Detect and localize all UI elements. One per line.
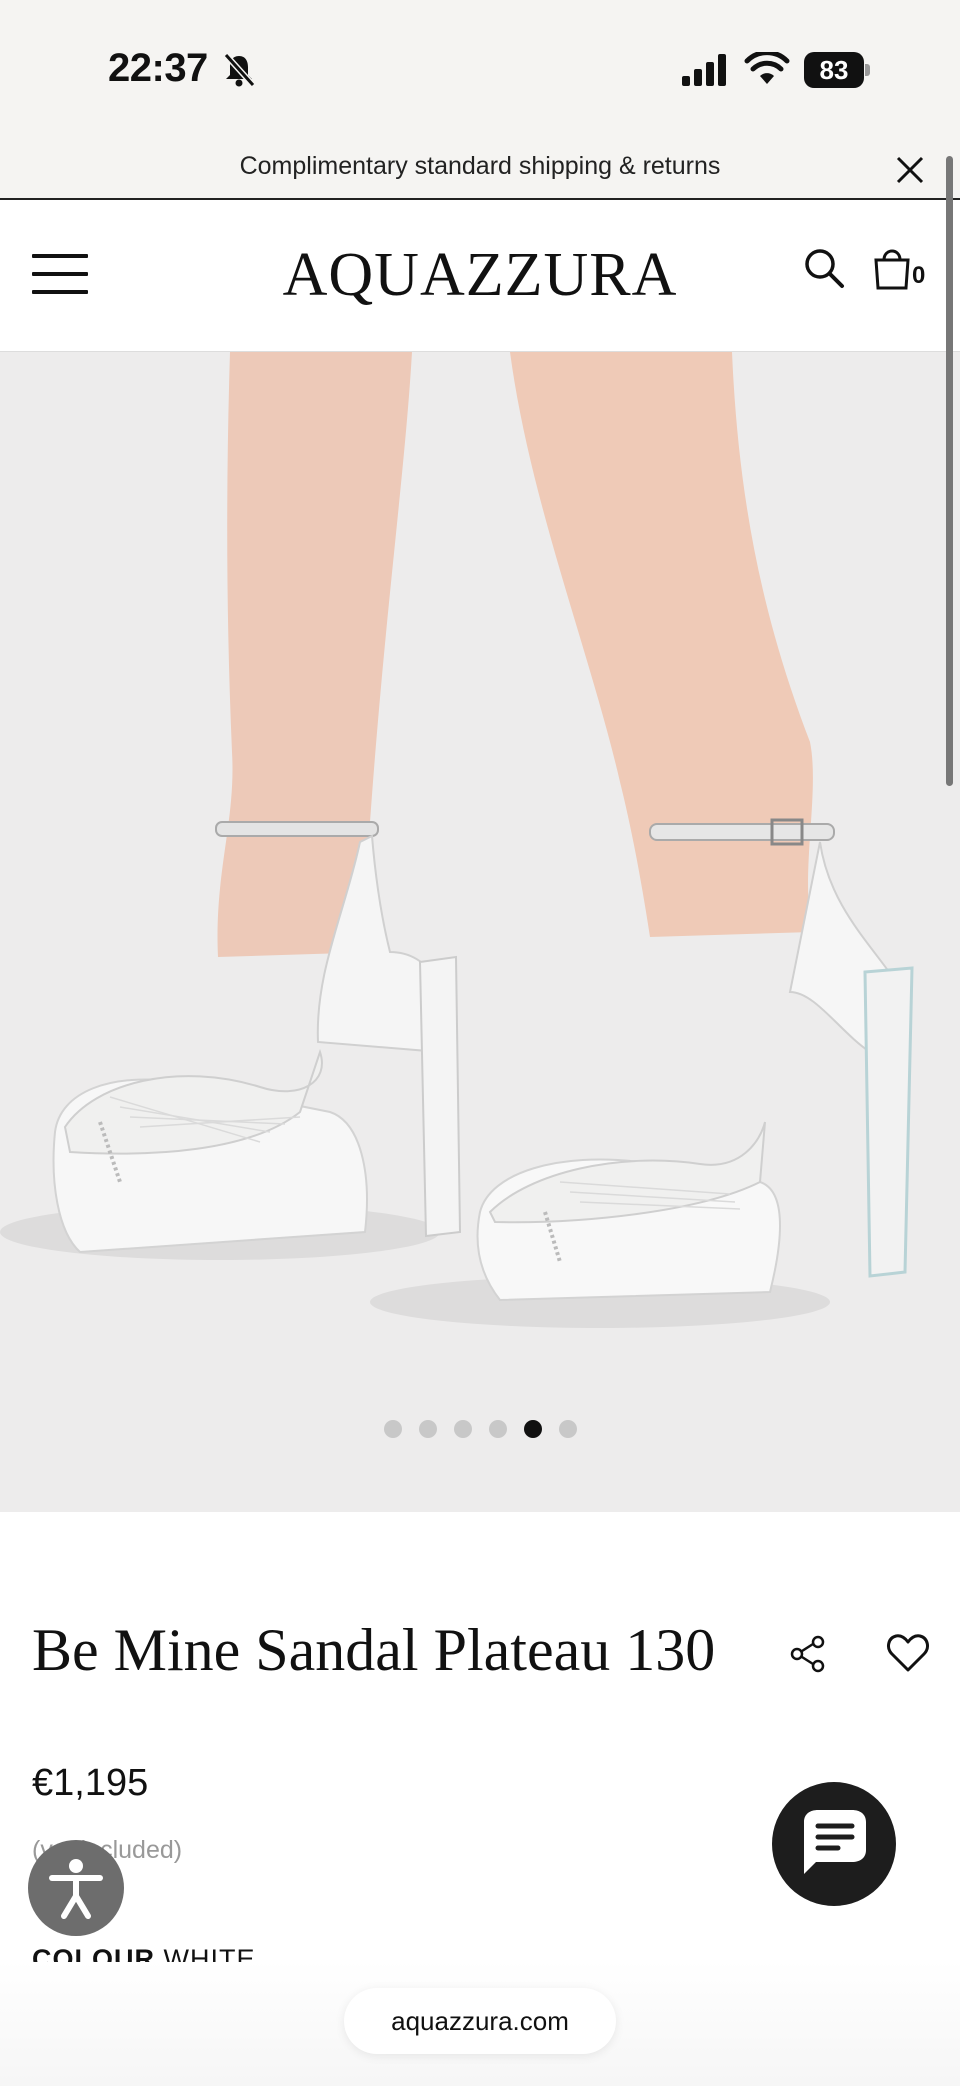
page-scrollbar[interactable]: [946, 156, 953, 786]
promo-text: Complimentary standard shipping & return…: [239, 152, 721, 180]
carousel-dot[interactable]: [418, 1420, 437, 1438]
cellular-signal-icon: [682, 54, 726, 86]
carousel-dot[interactable]: [383, 1420, 402, 1438]
wifi-icon: [744, 52, 790, 84]
bag-count: 0: [912, 262, 926, 289]
status-bar: 22:37 83: [0, 0, 960, 148]
carousel-dot[interactable]: [453, 1420, 472, 1438]
chat-icon[interactable]: [772, 1782, 896, 1906]
search-icon[interactable]: [802, 246, 846, 290]
shopping-bag-icon[interactable]: [872, 244, 912, 290]
battery-level: 83: [804, 52, 864, 88]
carousel-dots: [0, 1420, 960, 1438]
carousel-dot[interactable]: [488, 1420, 507, 1438]
product-image: [0, 352, 914, 1328]
status-time: 22:37: [108, 46, 208, 90]
accessibility-icon[interactable]: [28, 1840, 124, 1936]
site-header: AQUAZZURA 0: [0, 200, 960, 352]
carousel-dot[interactable]: [558, 1420, 577, 1438]
battery-icon: 83: [804, 52, 870, 88]
bell-muted-icon: [223, 52, 256, 88]
promo-banner: Complimentary standard shipping & return…: [0, 148, 960, 200]
heart-icon[interactable]: [886, 1632, 930, 1674]
carousel-dot-active[interactable]: [523, 1420, 542, 1438]
share-icon[interactable]: [788, 1634, 828, 1674]
product-image-gallery[interactable]: [0, 352, 960, 1512]
product-title: Be Mine Sandal Plateau 130: [32, 1617, 716, 1683]
close-icon[interactable]: [894, 154, 926, 186]
product-price: €1,195: [32, 1762, 149, 1804]
browser-url-bar[interactable]: aquazzura.com: [344, 1988, 616, 2054]
